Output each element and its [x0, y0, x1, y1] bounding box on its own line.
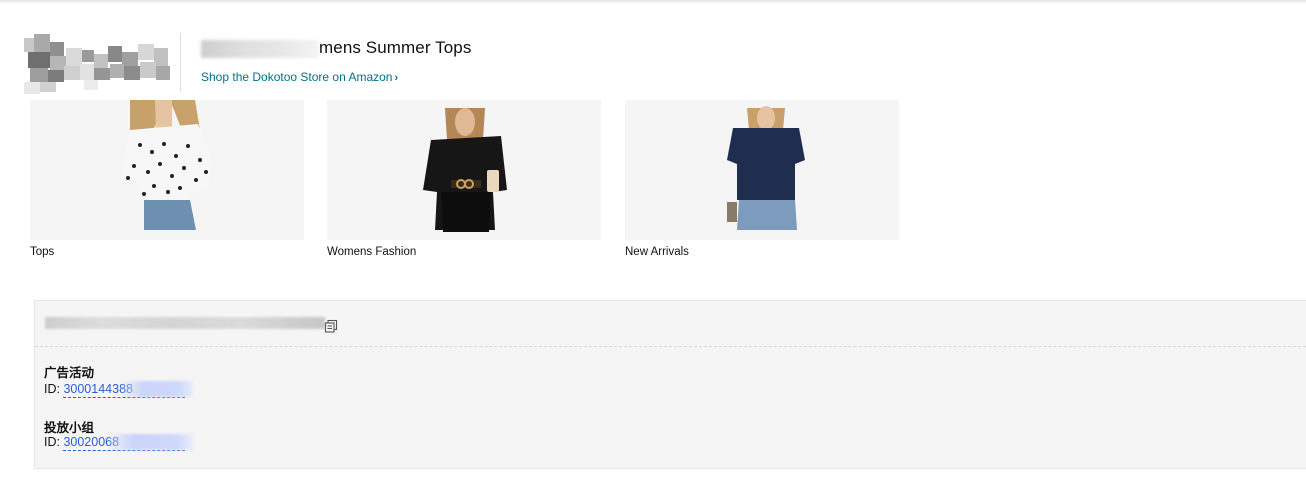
campaign-label: 广告活动: [44, 365, 95, 380]
brand-divider: [180, 33, 181, 91]
redacted-campaign-id: [123, 381, 194, 397]
ad-group-id-line: ID: 30020068: [44, 434, 194, 451]
top-border: [0, 0, 1306, 3]
panel-header: [35, 301, 1306, 347]
brand-logo[interactable]: [24, 34, 174, 96]
woman-black-top-image: [327, 100, 601, 240]
tile-womens-fashion[interactable]: Womens Fashion: [327, 100, 601, 258]
campaign-id-link[interactable]: 3000144388: [63, 381, 194, 398]
store-link-label: Shop the Dokotoo Store on Amazon: [201, 70, 393, 84]
redacted-ad-group-id: [109, 434, 194, 450]
chevron-right-icon: ›: [394, 72, 399, 84]
redacted-brand-name: [201, 40, 319, 58]
ad-group-label: 投放小组: [44, 420, 95, 435]
tile-caption: Tops: [30, 246, 55, 258]
campaign-id-line: ID: 3000144388: [44, 381, 194, 398]
ad-info-panel: 广告活动 ID: 3000144388 投放小组 ID: 30020068: [34, 300, 1306, 469]
copy-icon[interactable]: [324, 319, 338, 333]
woman-navy-top-image: [625, 100, 899, 240]
tile-tops[interactable]: Tops: [30, 100, 304, 258]
tile-caption: New Arrivals: [625, 246, 689, 258]
campaign-id-prefix: ID:: [44, 382, 64, 396]
tile-caption: Womens Fashion: [327, 246, 417, 258]
woman-polka-dot-blouse-image: [30, 100, 304, 240]
tile-new-arrivals[interactable]: New Arrivals: [625, 100, 899, 258]
redacted-ad-name: [45, 317, 325, 329]
ad-group-id-prefix: ID:: [44, 435, 64, 449]
headline-text: mens Summer Tops: [319, 38, 472, 57]
pixelated-logo-icon: [24, 34, 170, 94]
ad-group-id-link[interactable]: 30020068: [63, 434, 194, 451]
shop-store-link[interactable]: Shop the Dokotoo Store on Amazon ›: [201, 70, 398, 84]
